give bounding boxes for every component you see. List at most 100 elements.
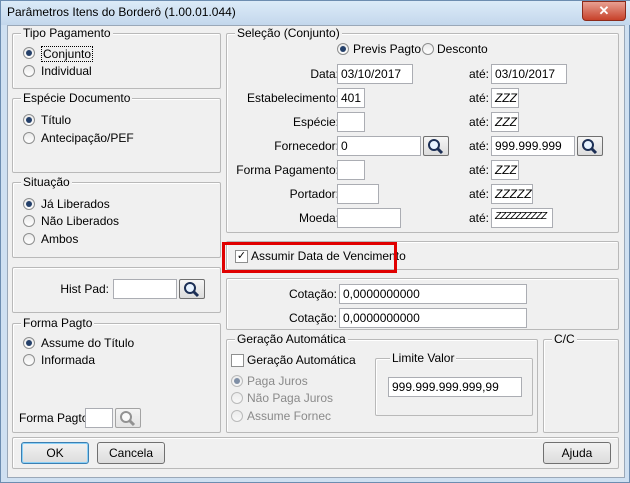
geracao-legend: Geração Automática [235,332,348,346]
radio-conjunto[interactable] [23,47,35,59]
moeda-ate-label: até: [469,211,490,225]
radio-desconto[interactable] [422,43,434,55]
moeda-to-input[interactable]: ZZZZZZZZZZ [491,208,553,228]
fornecedor-label: Fornecedor: [274,139,339,153]
fornecedor-to-search-button[interactable] [577,136,603,156]
cc-legend: C/C [552,332,577,346]
fornecedor-from-input[interactable]: 0 [337,136,421,156]
portador-to-input[interactable]: ZZZZZ [491,184,533,204]
help-button[interactable]: Ajuda [543,442,611,464]
hist-pad-label: Hist Pad: [60,282,109,296]
radio-desconto-label[interactable]: Desconto [437,42,488,56]
window-title: Parâmetros Itens do Borderô (1.00.01.044… [7,5,236,19]
forma-pagto-search-button[interactable] [115,408,141,428]
limite-valor-input[interactable]: 999.999.999.999,99 [388,377,522,397]
radio-individual[interactable] [23,65,35,77]
radio-nao-liberados-label[interactable]: Não Liberados [41,214,119,228]
portador-from-input[interactable] [337,184,379,204]
estabelecimento-label: Estabelecimento: [246,91,339,105]
title-bar: Parâmetros Itens do Borderô (1.00.01.044… [1,1,630,25]
close-button[interactable]: ✕ [582,1,626,21]
forma-pagto-group: Forma Pagto Assume do Título Informada F… [12,316,221,433]
geracao-group: Geração Automática Geração Automática Pa… [226,332,538,433]
cc-group: C/C [543,332,619,433]
situacao-legend: Situação [21,175,72,189]
data-label: Data: [310,67,339,81]
hist-pad-group: Hist Pad: [12,267,221,313]
forma-pagto-input[interactable] [85,408,113,428]
radio-nao-liberados[interactable] [23,215,35,227]
forma-pagto-field-label: Forma Pagto: [19,411,92,425]
especie-label: Espécie: [292,115,339,129]
radio-previs-pagto[interactable] [337,43,349,55]
radio-ambos-label[interactable]: Ambos [41,232,78,246]
highlight-box [222,242,397,273]
portador-label: Portador: [289,187,339,201]
radio-nao-paga-juros-label[interactable]: Não Paga Juros [247,391,333,405]
tipo-pagamento-legend: Tipo Pagamento [21,26,113,40]
forma-pagamento-from-input[interactable] [337,160,365,180]
radio-nao-paga-juros[interactable] [231,392,243,404]
especie-to-input[interactable]: ZZZ [491,112,519,132]
data-ate-label: até: [469,67,490,81]
radio-antecipacao-label[interactable]: Antecipação/PEF [41,131,134,145]
radio-assume-titulo[interactable] [23,337,35,349]
radio-paga-juros-label[interactable]: Paga Juros [247,374,308,388]
radio-titulo[interactable] [23,114,35,126]
radio-ambos[interactable] [23,233,35,245]
forma-pagamento-label: Forma Pagamento: [236,163,339,177]
forma-pagamento-to-input[interactable]: ZZZ [491,160,519,180]
moeda-label: Moeda: [298,211,339,225]
estabelecimento-ate-label: até: [469,91,490,105]
radio-antecipacao[interactable] [23,132,35,144]
portador-ate-label: até: [469,187,490,201]
radio-ja-liberados-label[interactable]: Já Liberados [41,197,110,211]
fornecedor-to-input[interactable]: 999.999.999 [491,136,575,156]
geracao-checkbox[interactable] [231,354,244,367]
radio-titulo-label[interactable]: Título [41,113,71,127]
geracao-checkbox-label[interactable]: Geração Automática [247,353,356,367]
data-from-input[interactable]: 03/10/2017 [337,64,413,84]
forma-pagto-legend: Forma Pagto [21,316,95,330]
search-icon [120,411,136,427]
cotacao-label-2: Cotação: [288,311,337,325]
moeda-from-input[interactable] [337,208,401,228]
cotacao-group: Cotação: 0,0000000000 Cotação: 0,0000000… [226,278,619,330]
hist-pad-search-button[interactable] [179,279,205,299]
selecao-legend: Seleção (Conjunto) [235,26,342,40]
fornecedor-from-search-button[interactable] [423,136,449,156]
estabelecimento-to-input[interactable]: ZZZ [491,88,519,108]
radio-ja-liberados[interactable] [23,198,35,210]
especie-documento-legend: Espécie Documento [21,91,133,105]
hist-pad-input[interactable] [113,279,177,299]
tipo-pagamento-group: Tipo Pagamento Conjunto Individual [12,26,221,89]
limite-valor-legend: Limite Valor [390,351,457,365]
radio-informada[interactable] [23,354,35,366]
especie-ate-label: até: [469,115,490,129]
search-icon [184,282,200,298]
cotacao-label-1: Cotação: [288,287,337,301]
radio-assume-fornec-label[interactable]: Assume Fornec [247,409,331,423]
dialog-window: Parâmetros Itens do Borderô (1.00.01.044… [0,0,630,483]
radio-informada-label[interactable]: Informada [41,353,95,367]
especie-documento-group: Espécie Documento Título Antecipação/PEF [12,91,221,173]
radio-assume-fornec[interactable] [231,410,243,422]
search-icon [428,139,444,155]
button-bar: OK Cancela Ajuda [12,437,619,469]
data-to-input[interactable]: 03/10/2017 [491,64,567,84]
estabelecimento-from-input[interactable]: 401 [337,88,365,108]
forma-pagamento-ate-label: até: [469,163,490,177]
radio-paga-juros[interactable] [231,375,243,387]
cancel-button[interactable]: Cancela [97,442,165,464]
selecao-group: Seleção (Conjunto) Previs Pagto Desconto… [226,26,619,233]
radio-previs-pagto-label[interactable]: Previs Pagto [353,42,421,56]
fornecedor-ate-label: até: [469,139,490,153]
radio-conjunto-label[interactable]: Conjunto [41,46,94,62]
radio-assume-titulo-label[interactable]: Assume do Título [41,336,134,350]
especie-from-input[interactable] [337,112,365,132]
cotacao-input-1[interactable]: 0,0000000000 [339,284,527,304]
cotacao-input-2[interactable]: 0,0000000000 [339,308,527,328]
limite-valor-group: Limite Valor 999.999.999.999,99 [375,351,533,416]
ok-button[interactable]: OK [21,442,89,464]
radio-individual-label[interactable]: Individual [41,64,92,78]
